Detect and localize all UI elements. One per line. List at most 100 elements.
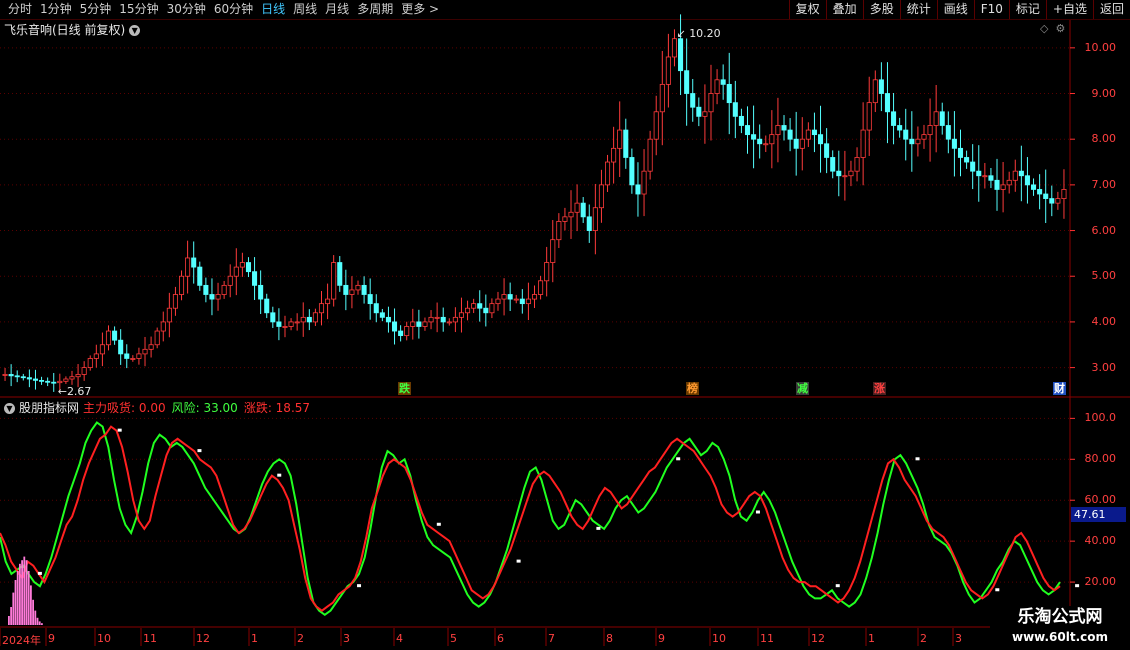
candle [586,216,592,231]
candle [641,170,647,195]
candle [495,298,501,305]
candle [738,115,744,126]
candle [185,257,191,277]
candle [1049,198,1055,204]
signal-marker [995,588,1000,592]
event-marker-3[interactable]: 涨 [873,382,886,395]
date-label: 4 [396,632,403,645]
candle [793,138,799,149]
candle [203,284,209,295]
candle [391,321,398,332]
kline-chart[interactable] [0,0,1130,650]
candle [1018,170,1024,177]
candle [252,271,258,286]
ind-y-tick-label: 80.00 [1084,452,1117,466]
candle [51,381,57,384]
candle [105,330,112,346]
candle [927,125,933,136]
indicator-title[interactable]: ▼ 股朋指标网 主力吸货: 0.00 风险: 33.00 涨跌: 18.57 [4,399,310,416]
event-marker-4[interactable]: 财 [1053,382,1066,395]
candle [197,266,203,286]
candle [799,138,805,149]
low-price-label: ←2.67 [57,384,92,398]
candle [544,262,550,282]
hist-bar [30,585,32,625]
candle [1006,179,1012,186]
candle [830,157,836,172]
candle [148,344,154,350]
candle [373,303,379,314]
candle [976,170,982,177]
candle [75,374,81,378]
candle [671,38,678,58]
signal-marker [436,522,441,526]
candle [166,307,172,323]
event-marker-0[interactable]: 跌 [398,382,411,395]
candle [562,216,568,222]
y-tick-label: 5.00 [1091,269,1117,283]
candle [751,134,757,140]
candle [288,321,294,327]
hist-bar [41,623,43,625]
candle [659,83,665,113]
candle [57,380,63,384]
ind-y-tick-label: 40.00 [1084,534,1117,548]
candle [14,375,20,378]
candle [331,262,337,300]
candle [477,303,483,309]
candle [270,312,276,323]
candle [489,303,495,314]
candle [458,312,465,318]
signal-marker [117,428,122,432]
watermark: 乐淘公式网 www.60lt.com [990,606,1130,650]
date-label: 2 [297,632,304,645]
candle [550,239,556,263]
candle [964,157,970,163]
candle [933,111,939,126]
fengxian-line [0,421,1061,617]
candle [702,111,708,117]
ind-y-tick-label: 20.00 [1084,575,1117,589]
candle [93,353,99,359]
candle [239,262,245,268]
hist-bar [8,616,10,625]
candle [866,102,872,131]
candle [258,284,264,300]
candle [1024,175,1030,186]
candle [787,129,793,140]
signal-marker [835,584,840,588]
candle [446,321,452,324]
candle [434,316,440,319]
candle [513,298,519,301]
candle [471,303,477,309]
candle [538,280,544,295]
candle [81,367,87,375]
candle [1037,189,1043,195]
candle [276,321,282,327]
signal-marker [197,449,202,453]
event-marker-2[interactable]: 减 [796,382,809,395]
event-marker-1[interactable]: 榜 [686,382,699,395]
candle [26,377,32,380]
candle [763,143,769,146]
candle [154,330,160,346]
candle [39,379,45,382]
y-tick-label: 10.00 [1084,40,1117,54]
candle [708,93,714,113]
candle [897,125,903,131]
date-label: 1 [251,632,258,645]
candle [172,294,178,309]
hist-bar [23,556,26,625]
candle [854,157,860,172]
date-label: 8 [606,632,613,645]
date-label: 11 [760,632,774,645]
indicator-dropdown-icon[interactable]: ▼ [4,403,15,414]
date-label: 11 [143,632,157,645]
candle [1030,184,1037,190]
candle [404,326,410,337]
candle [635,184,641,195]
date-label: 5 [450,632,457,645]
candle [209,294,215,300]
ind-y-tick-label: 60.00 [1084,493,1117,507]
date-label: 10 [712,632,726,645]
